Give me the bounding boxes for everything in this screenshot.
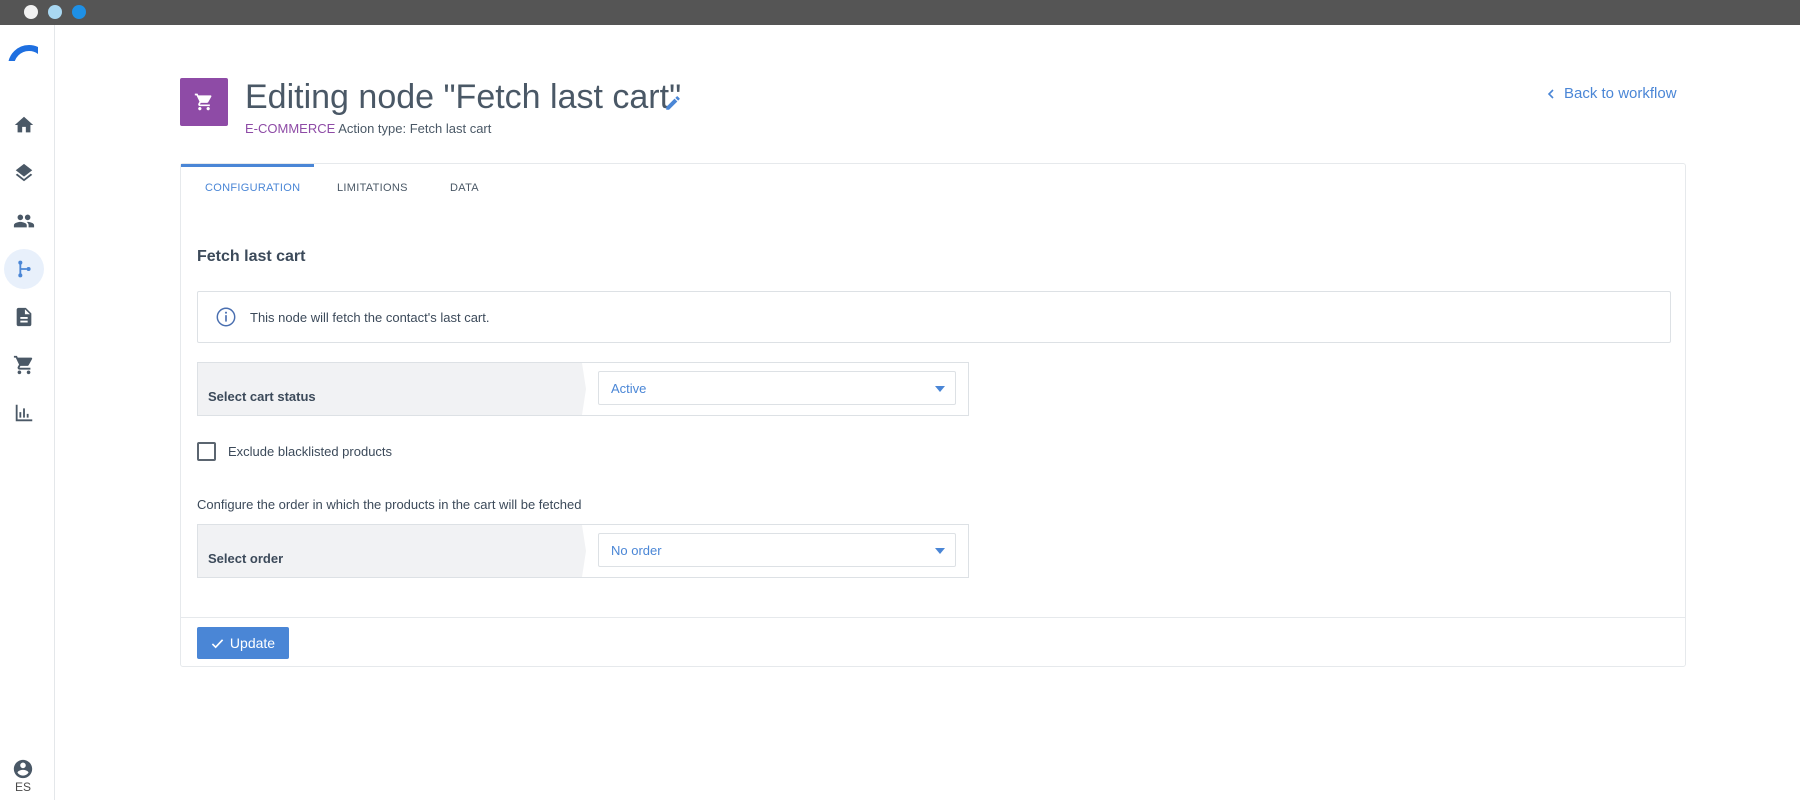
- window-minimize-button[interactable]: [48, 5, 62, 19]
- exclude-blacklisted-label[interactable]: Exclude blacklisted products: [228, 444, 392, 459]
- order-select[interactable]: No order: [598, 533, 956, 567]
- contacts-icon[interactable]: [4, 201, 44, 241]
- order-value: No order: [611, 543, 662, 558]
- account-icon: [13, 759, 33, 779]
- exclude-blacklisted-checkbox[interactable]: [197, 442, 216, 461]
- back-to-workflow-link[interactable]: Back to workflow: [1546, 85, 1677, 102]
- cart-status-select[interactable]: Active: [598, 371, 956, 405]
- update-button-label: Update: [229, 635, 276, 651]
- order-label: Select order: [198, 525, 586, 577]
- tab-limitations[interactable]: LIMITATIONS: [337, 164, 408, 212]
- tab-data[interactable]: DATA: [450, 164, 479, 212]
- cart-status-value: Active: [611, 381, 647, 396]
- language-label: ES: [14, 780, 31, 794]
- chevron-left-icon: [1547, 88, 1554, 99]
- window-maximize-button[interactable]: [72, 5, 86, 19]
- check-icon: [211, 638, 224, 648]
- footer-divider: [181, 617, 1685, 618]
- layers-icon[interactable]: [4, 153, 44, 193]
- tab-bar: CONFIGURATION LIMITATIONS DATA: [181, 164, 1685, 212]
- caret-down-icon: [935, 548, 945, 554]
- cart-status-row: Select cart status Active: [197, 362, 969, 416]
- document-icon[interactable]: [4, 297, 44, 337]
- info-box: This node will fetch the contact's last …: [197, 291, 1671, 343]
- node-subtitle: E-COMMERCE Action type: Fetch last cart: [245, 121, 491, 136]
- action-type: Action type: Fetch last cart: [338, 121, 492, 136]
- exclude-blacklisted-row: Exclude blacklisted products: [197, 442, 392, 461]
- tab-configuration[interactable]: CONFIGURATION: [205, 164, 300, 212]
- brand-logo[interactable]: [8, 45, 38, 61]
- order-help-text: Configure the order in which the product…: [197, 497, 582, 512]
- node-editor-card: CONFIGURATION LIMITATIONS DATA Fetch las…: [180, 163, 1686, 667]
- home-icon[interactable]: [4, 105, 44, 145]
- cart-status-label: Select cart status: [198, 363, 586, 415]
- window-titlebar: [0, 0, 1800, 25]
- caret-down-icon: [935, 386, 945, 392]
- chart-icon[interactable]: [4, 393, 44, 433]
- pencil-icon[interactable]: [664, 94, 682, 112]
- sidebar: ES: [0, 25, 55, 800]
- window-close-button[interactable]: [24, 5, 38, 19]
- section-title: Fetch last cart: [197, 248, 306, 265]
- user-language[interactable]: ES: [10, 758, 36, 794]
- cart-icon: [194, 93, 212, 111]
- page-title: Editing node "Fetch last cart": [245, 78, 682, 116]
- node-type-icon: [180, 78, 228, 126]
- node-category: E-COMMERCE: [245, 121, 336, 136]
- cart-icon[interactable]: [4, 345, 44, 385]
- back-link-label: Back to workflow: [1564, 85, 1677, 102]
- update-button[interactable]: Update: [197, 627, 289, 659]
- info-text: This node will fetch the contact's last …: [250, 309, 490, 325]
- workflow-icon[interactable]: [4, 249, 44, 289]
- info-icon: [216, 307, 236, 327]
- order-row: Select order No order: [197, 524, 969, 578]
